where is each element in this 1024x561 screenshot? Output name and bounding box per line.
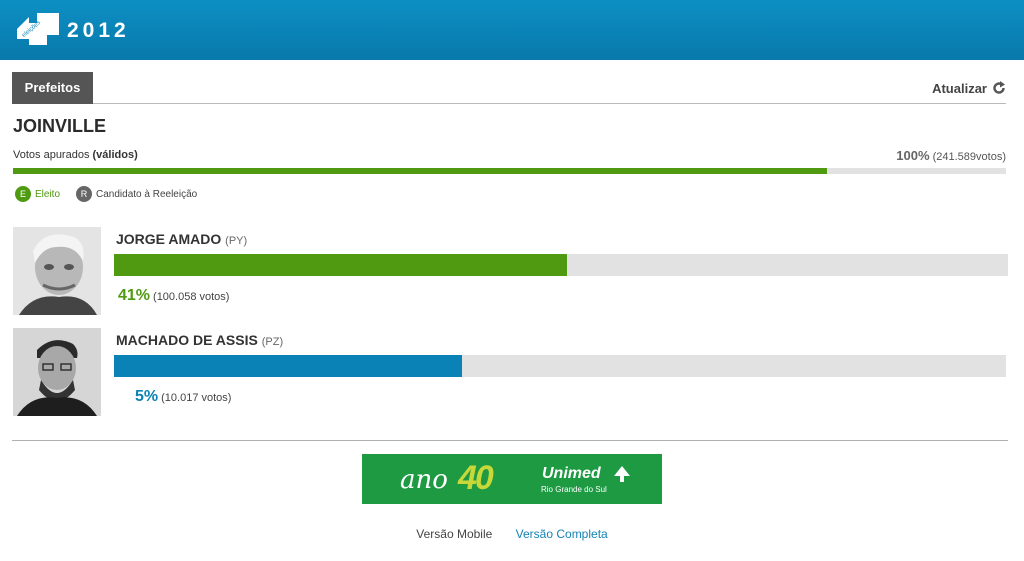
- candidate-name: JORGE AMADO (PY): [116, 231, 248, 247]
- banner-brand-text: Unimed: [542, 465, 601, 482]
- candidate-votes: (10.017 votos): [161, 392, 232, 404]
- candidate-party: (PZ): [261, 336, 284, 348]
- city-title: JOINVILLE: [13, 116, 107, 136]
- section-divider: [12, 440, 1008, 441]
- elected-badge-icon: E: [15, 186, 31, 202]
- refresh-button[interactable]: Atualizar: [932, 79, 1006, 97]
- app-header: eleições 2012: [0, 0, 1024, 60]
- year-label: 2012: [67, 19, 130, 42]
- candidate-row: JORGE AMADO (PY) 41% (100.058 votos): [13, 227, 1008, 317]
- candidate-name: MACHADO DE ASSIS (PZ): [116, 332, 284, 348]
- count-progress-bar: [13, 168, 1006, 174]
- candidate-vote-bar: [114, 355, 1006, 377]
- votes-counted-percent: 100%: [896, 148, 930, 163]
- banner-region-text: Rio Grande do Sul: [541, 485, 607, 494]
- tab-bar: Prefeitos Atualizar: [12, 72, 1006, 104]
- legend: E Eleito R Candidato à Reeleição: [15, 186, 197, 202]
- reelection-badge-icon: R: [76, 186, 93, 202]
- refresh-label: Atualizar: [932, 80, 987, 96]
- tab-prefeitos[interactable]: Prefeitos: [12, 72, 93, 104]
- banner-ano-text: ano: [400, 465, 448, 495]
- count-progress-fill: [13, 168, 828, 174]
- candidate-party: (PY): [225, 235, 248, 247]
- elected-legend-label: Eleito: [35, 188, 61, 200]
- refresh-icon: [993, 81, 1005, 94]
- votes-counted-label: Votos apurados (válidos): [13, 149, 138, 161]
- mobile-version-link[interactable]: Versão Mobile: [416, 527, 492, 541]
- full-version-link[interactable]: Versão Completa: [516, 527, 608, 541]
- votes-counted-detail: (241.589votos): [932, 151, 1006, 163]
- candidate-vote-fill: [114, 254, 568, 276]
- candidate-vote-fill: [114, 355, 462, 377]
- candidate-vote-bar: [114, 254, 1008, 276]
- reelection-legend-label: Candidato à Reeleição: [96, 188, 198, 200]
- votes-counted-total: 100% (241.589votos): [896, 148, 1006, 163]
- candidate-votes: (100.058 votos): [153, 291, 230, 303]
- candidate-photo: [13, 227, 101, 315]
- eleicoes-logo-icon[interactable]: eleições: [15, 9, 61, 47]
- candidate-percent: 5% (10.017 votos): [135, 388, 232, 405]
- candidate-photo: [13, 328, 101, 416]
- candidate-percent: 41% (100.058 votos): [118, 287, 230, 304]
- unimed-tree-icon: [614, 466, 630, 482]
- sponsor-banner[interactable]: ano 40 Unimed Rio Grande do Sul: [362, 454, 662, 504]
- banner-forty-text: 40: [458, 459, 494, 497]
- candidate-row: MACHADO DE ASSIS (PZ) 5% (10.017 votos): [13, 328, 1008, 418]
- footer: Versão Mobile Versão Completa: [0, 527, 1024, 541]
